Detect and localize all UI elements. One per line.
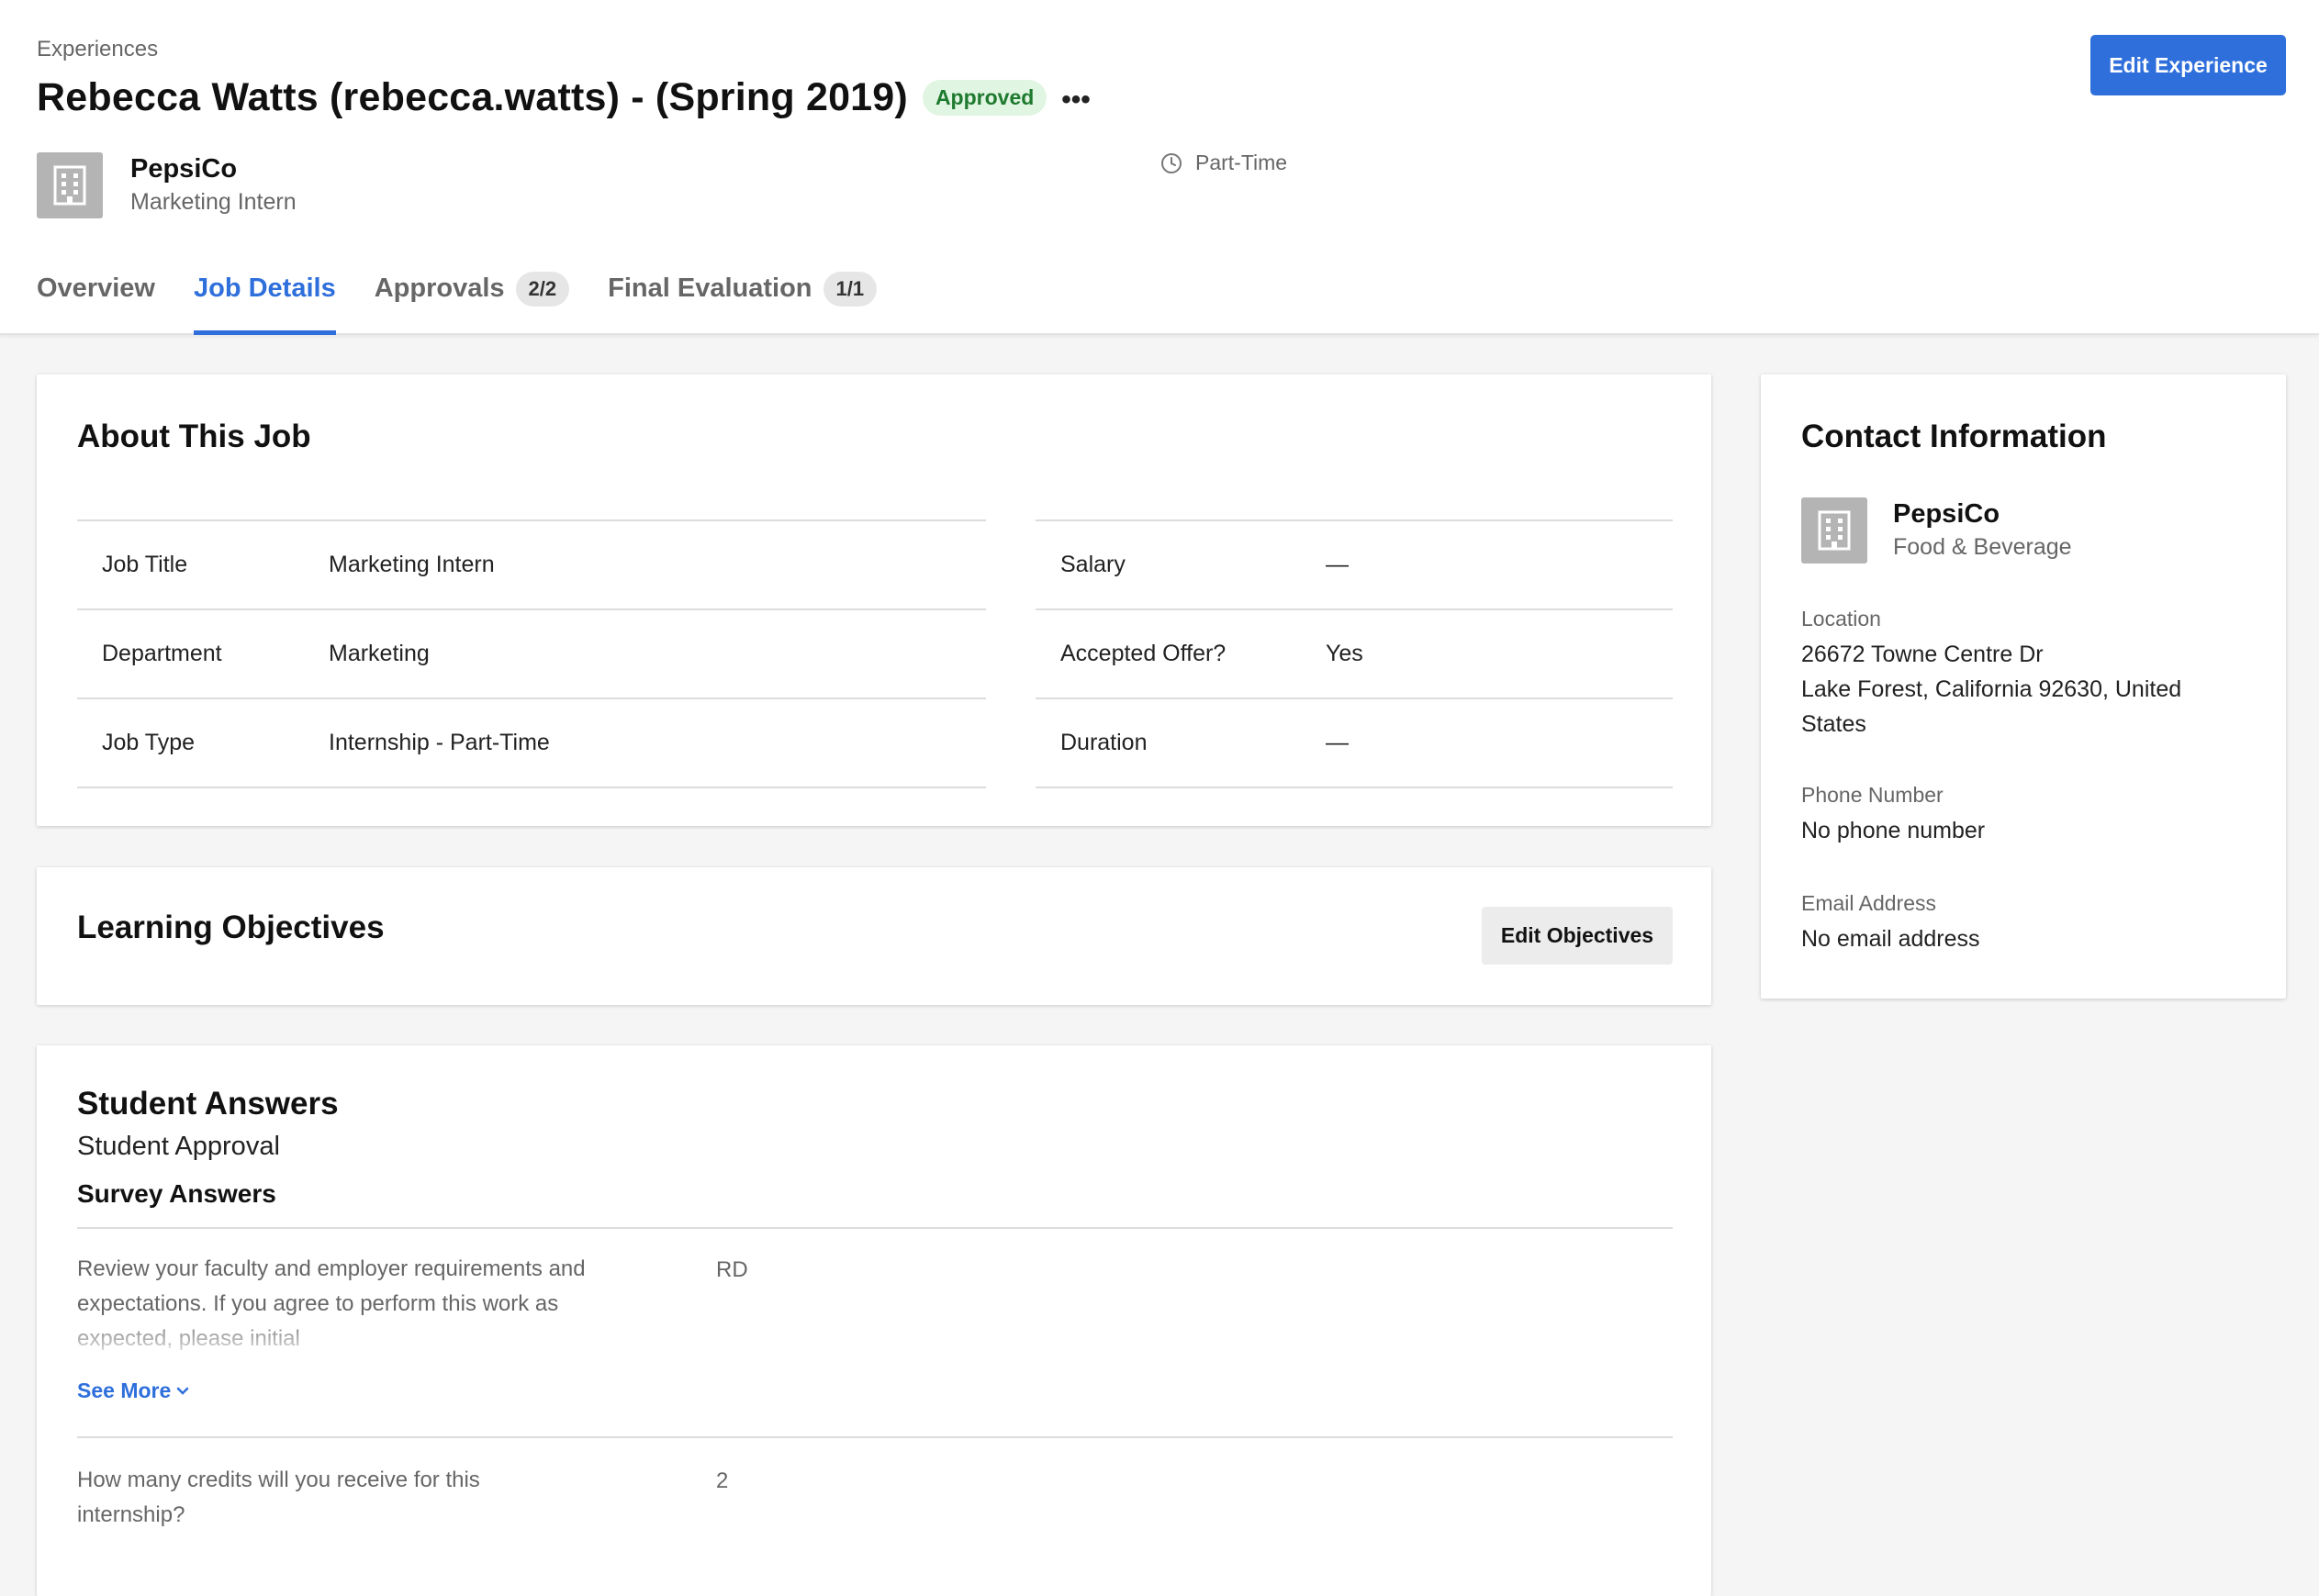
field-label: Accepted Offer?: [1060, 641, 1227, 666]
field-label: Duration: [1060, 730, 1148, 755]
table-row: Job Type Internship - Part-Time: [77, 699, 986, 788]
student-answers-card: Student Answers Student Approval Survey …: [37, 1045, 1711, 1596]
title-row: Rebecca Watts (rebecca.watts) - (Spring …: [37, 70, 1091, 125]
survey-question: How many credits will you receive for th…: [77, 1468, 480, 1527]
chevron-down-icon: [177, 1387, 189, 1395]
employer-text: PepsiCo Food & Beverage: [1893, 497, 2072, 564]
job-details-right-table: Salary — Accepted Offer? Yes Duration —: [1036, 519, 1673, 788]
field-value: Marketing Intern: [329, 552, 495, 577]
divider: [77, 1227, 1673, 1229]
schedule-label: Part-Time: [1195, 151, 1288, 174]
card-title: Contact Information: [1801, 419, 2107, 454]
more-options-icon[interactable]: •••: [1061, 85, 1091, 114]
tab-job-details[interactable]: Job Details: [193, 266, 336, 335]
edit-experience-button[interactable]: Edit Experience: [2090, 35, 2286, 95]
table-row: Department Marketing: [77, 610, 986, 699]
field-value: Marketing: [329, 641, 430, 666]
table-row: Job Title Marketing Intern: [77, 521, 986, 610]
location-label: Location: [1801, 607, 1881, 631]
field-value: —: [1326, 552, 1349, 577]
breadcrumb[interactable]: Experiences: [37, 37, 158, 62]
tab-count-badge: 2/2: [515, 272, 570, 307]
employer-name[interactable]: PepsiCo: [130, 152, 297, 185]
schedule-info: Part-Time: [1160, 151, 1287, 175]
learning-objectives-card: Learning Objectives Edit Objectives: [37, 867, 1711, 1005]
tab-label: Job Details: [193, 273, 336, 303]
field-value: Internship - Part-Time: [329, 730, 550, 755]
field-value: Yes: [1326, 641, 1363, 666]
location-line2: Lake Forest, California 92630, United St…: [1801, 676, 2182, 737]
page-title: Rebecca Watts (rebecca.watts) - (Spring …: [37, 74, 908, 119]
survey-answer: RD: [716, 1257, 748, 1282]
email-label: Email Address: [1801, 891, 1937, 915]
tab-label: Approvals: [374, 273, 505, 303]
page-header: Experiences Rebecca Watts (rebecca.watts…: [0, 0, 2319, 335]
see-more-link[interactable]: See More: [77, 1378, 189, 1403]
tab-approvals[interactable]: Approvals 2/2: [374, 266, 570, 335]
tab-bar: Overview Job Details Approvals 2/2 Final…: [37, 266, 915, 335]
clock-icon: [1161, 152, 1182, 173]
employer-role: Marketing Intern: [130, 189, 297, 215]
field-value: —: [1326, 730, 1349, 755]
email-value: No email address: [1801, 926, 1980, 952]
employer-name[interactable]: PepsiCo: [1893, 497, 2072, 530]
divider: [77, 1436, 1673, 1438]
job-details-left-table: Job Title Marketing Intern Department Ma…: [77, 519, 986, 788]
tab-label: Final Evaluation: [608, 273, 812, 303]
employer-industry: Food & Beverage: [1893, 534, 2072, 560]
contact-employer: PepsiCo Food & Beverage: [1801, 497, 2072, 564]
location-line1: 26672 Towne Centre Dr: [1801, 642, 2044, 667]
employer-text: PepsiCo Marketing Intern: [130, 152, 297, 218]
employer-summary: PepsiCo Marketing Intern: [37, 152, 297, 218]
card-title: Learning Objectives: [77, 910, 385, 945]
phone-value: No phone number: [1801, 818, 1986, 843]
answers-subtitle: Student Approval: [77, 1132, 280, 1161]
survey-answer: 2: [716, 1468, 729, 1493]
field-label: Job Type: [102, 730, 196, 755]
table-row: Duration —: [1036, 699, 1673, 788]
status-badge: Approved: [922, 79, 1047, 116]
field-label: Department: [102, 641, 222, 666]
contact-information-card: Contact Information PepsiCo Food & Bever…: [1761, 374, 2286, 999]
tab-label: Overview: [37, 273, 155, 303]
table-row: Salary —: [1036, 521, 1673, 610]
card-title: About This Job: [77, 419, 311, 454]
phone-label: Phone Number: [1801, 783, 1944, 807]
edit-objectives-button[interactable]: Edit Objectives: [1482, 907, 1673, 965]
field-label: Job Title: [102, 552, 188, 577]
survey-question: Review your faculty and employer require…: [77, 1256, 586, 1351]
see-more-label: See More: [77, 1378, 172, 1402]
tab-overview[interactable]: Overview: [37, 266, 155, 335]
table-row: Accepted Offer? Yes: [1036, 610, 1673, 699]
building-icon: [1801, 497, 1867, 564]
field-label: Salary: [1060, 552, 1126, 577]
tab-count-badge: 1/1: [823, 272, 878, 307]
survey-section-title: Survey Answers: [77, 1179, 276, 1208]
tab-final-evaluation[interactable]: Final Evaluation 1/1: [608, 266, 878, 335]
card-title: Student Answers: [77, 1086, 339, 1122]
building-icon: [37, 152, 103, 218]
